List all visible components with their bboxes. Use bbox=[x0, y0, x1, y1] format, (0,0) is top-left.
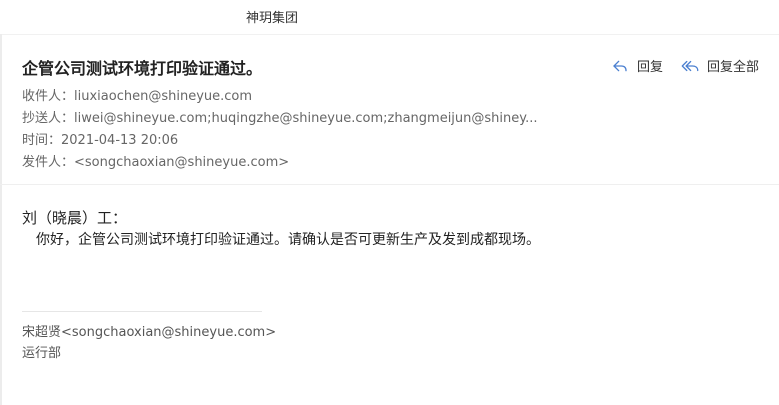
signature-name-email: 宋超贤<songchaoxian@shineyue.com> bbox=[22, 325, 277, 340]
email-actions: 回复 回复全部 bbox=[611, 56, 759, 75]
salutation: 刘（晓晨）工： bbox=[22, 209, 128, 227]
to-label: 收件人： bbox=[22, 89, 75, 104]
reply-all-button[interactable]: 回复全部 bbox=[681, 56, 759, 75]
from-value[interactable]: <songchaoxian@shineyue.com> bbox=[74, 155, 289, 170]
from-label: 发件人： bbox=[22, 155, 75, 170]
reply-icon bbox=[611, 58, 629, 74]
cc-label: 抄送人： bbox=[22, 111, 75, 126]
signature: 宋超贤<songchaoxian@shineyue.com> 运行部 bbox=[22, 322, 276, 364]
email-subject: 企管公司测试环境打印验证通过。 bbox=[22, 59, 263, 78]
to-value[interactable]: liuxiaochen@shineyue.com bbox=[74, 89, 252, 104]
time-value: 2021-04-13 20:06 bbox=[61, 133, 179, 148]
reply-all-label: 回复全部 bbox=[706, 60, 759, 75]
top-bar: 神玥集团 bbox=[0, 0, 779, 35]
time-label: 时间： bbox=[22, 133, 62, 148]
body-paragraph-text: 你好，企管公司测试环境打印验证通过。请确认是否可更新生产及发到成都现场。 bbox=[36, 232, 540, 248]
to-row: 收件人：liuxiaochen@shineyue.com bbox=[22, 86, 538, 108]
cc-row: 抄送人：liwei@shineyue.com;huqingzhe@shineyu… bbox=[22, 108, 538, 130]
body-paragraph: 你好，企管公司测试环境打印验证通过。请确认是否可更新生产及发到成都现场。 bbox=[22, 230, 762, 250]
reply-button[interactable]: 回复 bbox=[611, 56, 663, 75]
org-name: 神玥集团 bbox=[246, 11, 299, 26]
email-body: 刘（晓晨）工： 你好，企管公司测试环境打印验证通过。请确认是否可更新生产及发到成… bbox=[22, 208, 762, 250]
email-header: 企管公司测试环境打印验证通过。 回复 回复全部 收件人：liuxiaochen@… bbox=[0, 34, 779, 185]
reply-all-icon bbox=[681, 58, 699, 74]
time-row: 时间：2021-04-13 20:06 bbox=[22, 130, 538, 152]
header-divider bbox=[0, 184, 779, 185]
email-meta: 收件人：liuxiaochen@shineyue.com 抄送人：liwei@s… bbox=[22, 86, 538, 174]
mail-viewer: 神玥集团 企管公司测试环境打印验证通过。 回复 回复全部 收件人：liuxiao… bbox=[0, 0, 779, 405]
from-row: 发件人：<songchaoxian@shineyue.com> bbox=[22, 152, 538, 174]
signature-department: 运行部 bbox=[22, 346, 62, 361]
reply-label: 回复 bbox=[636, 60, 663, 75]
cc-value[interactable]: liwei@shineyue.com;huqingzhe@shineyue.co… bbox=[74, 111, 537, 126]
signature-separator bbox=[22, 311, 262, 312]
